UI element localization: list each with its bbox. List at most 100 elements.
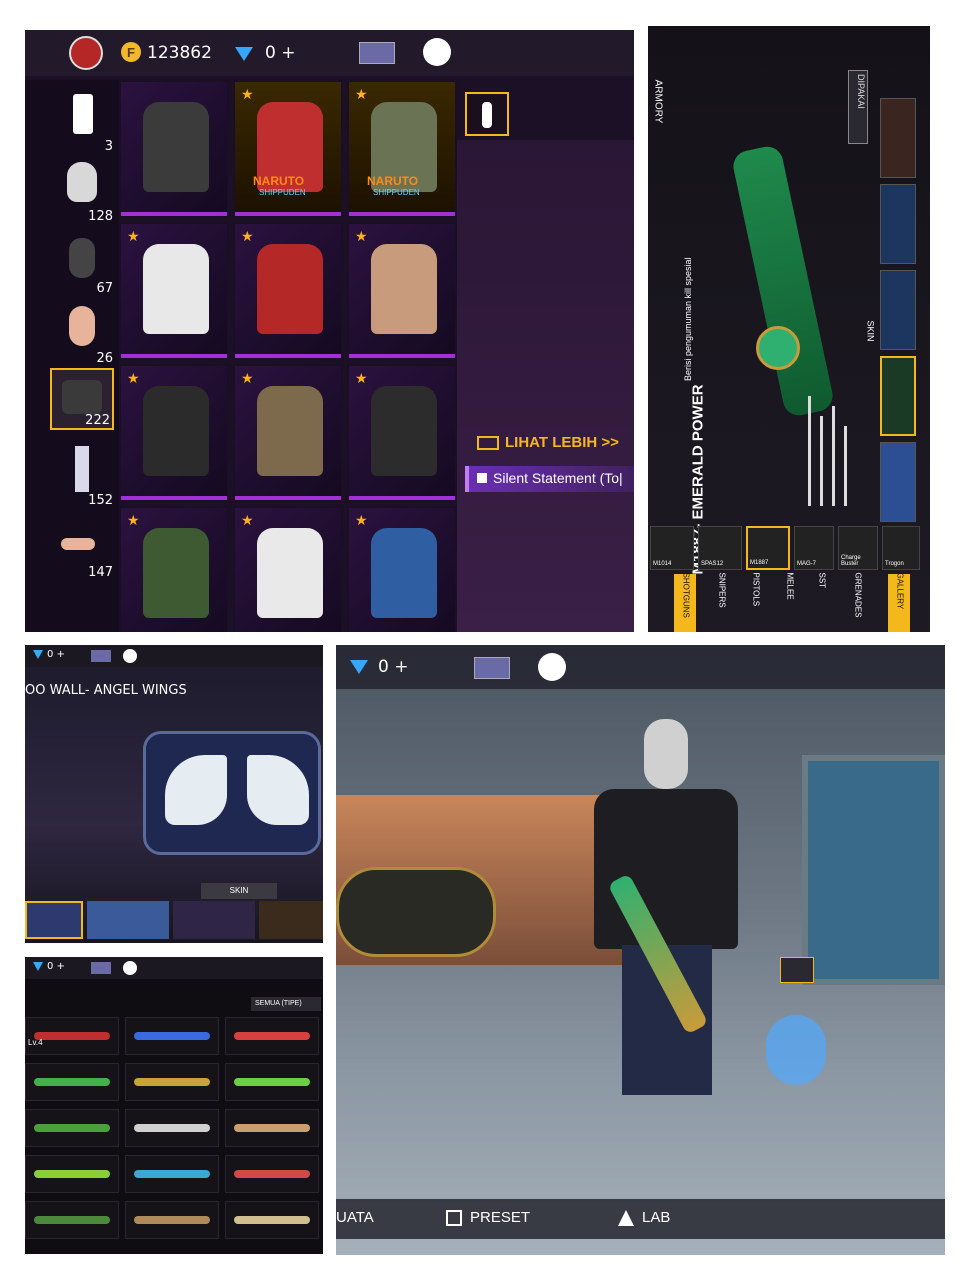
weapon-skin-tile[interactable] <box>225 1155 319 1193</box>
clothing-art <box>257 528 323 618</box>
category-shoes[interactable]: 147 <box>53 514 115 580</box>
weapon-skin-tile[interactable] <box>125 1201 219 1239</box>
category-outfit[interactable]: 3 <box>53 88 115 154</box>
wardrobe-item[interactable] <box>119 80 229 218</box>
filter-dropdown[interactable]: SEMUA (TIPE) <box>251 997 321 1011</box>
weapon-slot[interactable]: Charge Buster <box>838 526 878 570</box>
lobby-topbar: 0 + <box>336 645 945 689</box>
upload-cloud-icon[interactable] <box>123 961 137 975</box>
tab-gallery[interactable]: GALLERY <box>888 573 910 632</box>
tab-label: SNIPERS <box>717 572 727 608</box>
panel-wardrobe: F 123862 0 + 3 128 67 26 222 152 147 ★ NA… <box>25 30 634 632</box>
vault-icon[interactable] <box>91 962 111 974</box>
motorbike-art <box>336 867 496 957</box>
thumb[interactable] <box>173 901 255 939</box>
equipped-button[interactable]: DIPAKAI <box>848 70 868 144</box>
special-note: Berisi pengumuman kill spesial <box>683 181 693 381</box>
skin-tab[interactable]: SKIN <box>201 883 277 899</box>
weapon-slot[interactable]: Trogon <box>882 526 920 570</box>
tab-grenades[interactable]: GRENADES <box>846 573 866 632</box>
nav-label: LAB <box>642 1209 671 1226</box>
vault-icon[interactable] <box>359 42 395 64</box>
weapon-slot-selected[interactable]: M1887 <box>746 526 790 570</box>
weapon-skin-tile[interactable] <box>25 1201 119 1239</box>
weapon-slot[interactable]: MAG-7 <box>794 526 834 570</box>
weapon-skin-tile[interactable] <box>25 1063 119 1101</box>
pet-icon[interactable] <box>766 1015 826 1085</box>
vault-icon[interactable] <box>91 650 111 662</box>
item-grid: ★ NARUTO SHIPPUDEN ★ NARUTO SHIPPUDEN ★ ★ ★ ★ ★ ★ ★ ★… <box>119 80 457 632</box>
wardrobe-item[interactable]: ★ <box>347 506 457 632</box>
skin-thumb[interactable] <box>880 270 916 350</box>
wardrobe-item[interactable]: ★ <box>119 506 229 632</box>
wardrobe-item[interactable]: ★ NARUTO SHIPPUDEN <box>233 80 343 218</box>
category-count: 222 <box>85 413 110 428</box>
wardrobe-item[interactable]: ★ NARUTO SHIPPUDEN <box>347 80 457 218</box>
skin-thumb[interactable] <box>880 98 916 178</box>
upload-cloud-icon[interactable] <box>538 653 566 681</box>
category-count: 3 <box>104 139 113 154</box>
thumb-selected[interactable] <box>25 901 83 939</box>
weapon-slot[interactable]: SPAS12 <box>698 526 742 570</box>
tab-snipers[interactable]: SNIPERS <box>710 572 730 632</box>
tab-melee[interactable]: MELEE <box>778 573 798 632</box>
wardrobe-item[interactable]: ★ <box>119 222 229 360</box>
nav-item-preset[interactable]: PRESET <box>446 1209 530 1227</box>
tab-shotguns[interactable]: SHOTGUNS <box>674 573 696 632</box>
rarity-bar <box>235 354 341 358</box>
wardrobe-item[interactable]: ★ <box>233 506 343 632</box>
weapon-slot[interactable]: M1014 <box>650 526 694 570</box>
category-mask[interactable]: 67 <box>53 230 115 296</box>
brand-sublabel: SHIPPUDEN <box>373 188 420 197</box>
vault-icon[interactable] <box>474 657 510 679</box>
clothing-art <box>257 244 323 334</box>
category-face[interactable]: 26 <box>53 300 115 366</box>
gun-art <box>134 1124 210 1132</box>
skin-thumb-selected[interactable] <box>880 356 916 436</box>
weapon-skin-tile[interactable] <box>125 1155 219 1193</box>
diamond-count[interactable]: 0 + <box>47 649 65 660</box>
wardrobe-item[interactable]: ★ <box>233 222 343 360</box>
weapon-skin-tile[interactable] <box>225 1063 319 1101</box>
diamond-count[interactable]: 0 + <box>47 961 65 972</box>
selected-item-label: Silent Statement (To| <box>493 470 623 486</box>
rank-badge-icon[interactable] <box>69 36 103 70</box>
wardrobe-item[interactable]: ★ <box>347 222 457 360</box>
tab-label: SST <box>817 572 827 589</box>
weapon-skin-tile[interactable] <box>225 1109 319 1147</box>
gift-icon[interactable] <box>780 957 814 983</box>
nav-item-senjata[interactable]: UATA <box>336 1209 374 1226</box>
weapon-skin-tile[interactable] <box>25 1109 119 1147</box>
weapon-skin-tile[interactable] <box>225 1201 319 1239</box>
wardrobe-item[interactable]: ★ <box>119 364 229 502</box>
diamond-icon <box>33 650 43 659</box>
rarity-bar <box>349 496 455 500</box>
weapon-skin-tile[interactable] <box>225 1017 319 1055</box>
preview-button[interactable] <box>465 92 509 136</box>
category-hair[interactable]: 128 <box>53 158 115 224</box>
gun-art <box>134 1078 210 1086</box>
see-more-link[interactable]: LIHAT LEBIH >> <box>477 434 619 451</box>
weapon-skin-tile[interactable] <box>125 1109 219 1147</box>
category-count: 26 <box>96 351 113 366</box>
brand-label: NARUTO <box>367 174 419 188</box>
wardrobe-item[interactable]: ★ <box>347 364 457 502</box>
category-jacket-selected[interactable]: 222 <box>50 368 114 430</box>
category-pants[interactable]: 152 <box>53 442 115 508</box>
diamond-count[interactable]: 0 + <box>265 43 295 63</box>
weapon-skin-tile[interactable] <box>25 1155 119 1193</box>
upload-cloud-icon[interactable] <box>123 649 137 663</box>
thumb[interactable] <box>87 901 169 939</box>
skin-thumb[interactable] <box>880 442 916 522</box>
nav-item-lab[interactable]: LAB <box>618 1209 671 1227</box>
skin-thumb[interactable] <box>880 184 916 264</box>
weapon-skin-tile[interactable]: Lv.4 <box>25 1017 119 1055</box>
tab-sst[interactable]: SST <box>810 572 830 632</box>
weapon-skin-tile[interactable] <box>125 1063 219 1101</box>
upload-cloud-icon[interactable] <box>423 38 451 66</box>
diamond-count[interactable]: 0 + <box>378 657 408 677</box>
thumb[interactable] <box>259 901 323 939</box>
weapon-skin-tile[interactable] <box>125 1017 219 1055</box>
tab-pistols[interactable]: PISTOLS <box>744 573 764 632</box>
wardrobe-item[interactable]: ★ <box>233 364 343 502</box>
